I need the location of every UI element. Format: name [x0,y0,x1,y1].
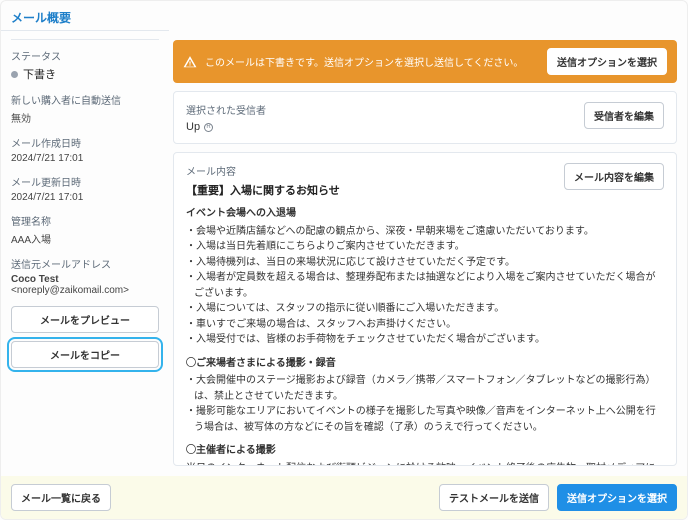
content-card: メール内容 【重要】入場に関するお知らせ メール内容を編集 イベント会場への入退… [173,152,677,466]
edit-recipients-button[interactable]: 受信者を編集 [584,102,664,129]
venue-bullet: ・会場や近隣店舗などへの配慮の観点から、深夜・早朝来場をご遠慮いただいております… [186,224,664,240]
recipients-label: 選択された受信者 [186,102,266,117]
alert-message: このメールは下書きです。送信オプションを選択し送信してください。 [205,54,523,69]
updated-label: メール更新日時 [11,174,159,189]
page-title: メール概要 [11,9,677,26]
status-text: 下書き [23,66,56,82]
send-test-mail-button[interactable]: テストメールを送信 [439,484,549,511]
adminname-label: 管理名称 [11,213,159,228]
content-label: メール内容 [186,163,340,178]
organizer-recording-bullet: 当日のインターネット配信および街頭ビジョンに於ける放映、イベント終了後の広告物、… [186,461,664,467]
sender-label: 送信元メールアドレス [11,256,159,271]
select-send-options-button[interactable]: 送信オプションを選択 [557,484,677,511]
draft-alert: このメールは下書きです。送信オプションを選択し送信してください。 送信オプション… [173,40,677,83]
autosend-value: 無効 [11,110,159,125]
section-organizer-recording-heading: ◯主催者による撮影 [186,443,664,459]
sender-name: Coco Test [11,274,159,285]
copy-mail-button[interactable]: メールをコピー [11,341,159,368]
footer-bar: メール一覧に戻る テストメールを送信 送信オプションを選択 [1,476,687,519]
status-label: ステータス [11,48,159,63]
mail-body: イベント会場への入退場 ・会場や近隣店舗などへの配慮の観点から、深夜・早朝来場を… [186,206,664,466]
mail-subject: 【重要】入場に関するお知らせ [186,182,340,198]
venue-bullet: ・入場受付では、皆様のお手荷物をチェックさせていただく場合がございます。 [186,332,664,348]
alert-select-send-options-button[interactable]: 送信オプションを選択 [547,48,667,75]
adminname-value: AAA入場 [11,231,159,246]
edit-content-button[interactable]: メール内容を編集 [564,163,664,190]
preview-mail-button[interactable]: メールをプレビュー [11,306,159,333]
back-to-list-button[interactable]: メール一覧に戻る [11,484,111,511]
venue-bullet: ・入場については、スタッフの指示に従い順番にご入場いただきます。 [186,301,664,317]
created-label: メール作成日時 [11,135,159,150]
autosend-label: 新しい購入者に自動送信 [11,92,159,107]
venue-bullet: ・入場は当日先着順にこちらよりご案内させていただきます。 [186,239,664,255]
venue-bullet: ・入場者が定員数を超える場合は、整理券配布または抽選などにより入場をご案内させて… [186,270,664,301]
section-venue-heading: イベント会場への入退場 [186,206,664,222]
venue-bullet: ・車いすでご来場の場合は、スタッフへお声掛けください。 [186,317,664,333]
attendee-recording-bullet: ・撮影可能なエリアにおいてイベントの様子を撮影した写真や映像／音声をインターネッ… [186,404,664,435]
registered-icon: R [204,123,213,132]
status-dot-icon [11,71,18,78]
status-value: 下書き [11,66,159,82]
warning-icon [183,55,197,69]
updated-value: 2024/7/21 17:01 [11,192,159,203]
venue-bullet: ・入場待機列は、当日の来場状況に応じて設けさせていただく予定です。 [186,255,664,271]
created-value: 2024/7/21 17:01 [11,153,159,164]
recipients-card: 選択された受信者 Up R 受信者を編集 [173,91,677,144]
sender-address: <noreply@zaikomail.com> [11,285,159,296]
recipients-value: Up [186,121,200,133]
section-attendee-recording-heading: ◯ご来場者さまによる撮影・録音 [186,356,664,372]
attendee-recording-bullet: ・大会開催中のステージ撮影および録音（カメラ／携帯／スマートフォン／タブレットな… [186,373,664,404]
